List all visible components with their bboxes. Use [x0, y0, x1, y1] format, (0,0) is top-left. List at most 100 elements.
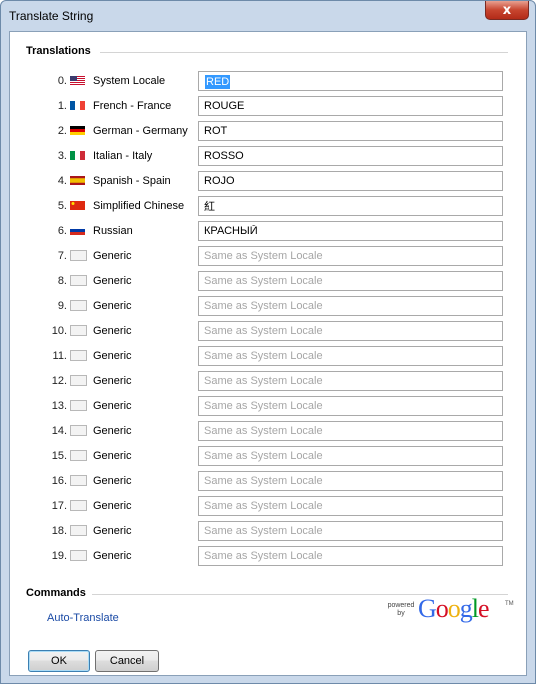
row-index: 8.: [57, 275, 67, 287]
translation-input[interactable]: RED: [198, 71, 503, 91]
row-index: 14.: [51, 425, 67, 437]
translation-input[interactable]: [198, 246, 503, 266]
translation-input[interactable]: [198, 96, 503, 116]
language-label: Spanish - Spain: [93, 175, 171, 187]
dialog-content: Translations 0. System Locale RED 1. French …: [9, 31, 527, 676]
translation-input[interactable]: [198, 271, 503, 291]
language-label: Generic: [93, 400, 132, 412]
blank-flag-icon: [70, 325, 87, 336]
cancel-button[interactable]: Cancel: [95, 650, 159, 672]
row-index: 6.: [57, 225, 67, 237]
translation-row: 18. Generic: [10, 521, 528, 541]
language-label: French - France: [93, 100, 172, 112]
translation-input[interactable]: [198, 521, 503, 541]
language-label: Generic: [93, 275, 132, 287]
language-label: Generic: [93, 450, 132, 462]
translation-row: 0. System Locale RED: [10, 71, 528, 91]
translation-row: 14. Generic: [10, 421, 528, 441]
translation-row: 12. Generic: [10, 371, 528, 391]
row-index: 1.: [57, 100, 67, 112]
translation-input[interactable]: [198, 296, 503, 316]
translation-row: 16. Generic: [10, 471, 528, 491]
translation-input[interactable]: [198, 496, 503, 516]
translation-input[interactable]: [198, 321, 503, 341]
blank-flag-icon: [70, 550, 87, 561]
translation-row: 2. German - Germany: [10, 121, 528, 141]
spain-flag-icon: [70, 176, 85, 185]
blank-flag-icon: [70, 500, 87, 511]
language-label: Generic: [93, 550, 132, 562]
translation-input[interactable]: [198, 446, 503, 466]
translation-input[interactable]: [198, 346, 503, 366]
translation-input[interactable]: [198, 396, 503, 416]
language-label: Generic: [93, 425, 132, 437]
title-bar[interactable]: Translate String x: [1, 1, 535, 31]
translation-input[interactable]: [198, 471, 503, 491]
row-index: 5.: [57, 200, 67, 212]
language-label: Generic: [93, 325, 132, 337]
commands-section-title: Commands: [26, 587, 86, 599]
translation-input[interactable]: [198, 421, 503, 441]
row-index: 18.: [51, 525, 67, 537]
row-index: 11.: [52, 350, 67, 362]
auto-translate-link[interactable]: Auto-Translate: [47, 612, 119, 624]
row-index: 7.: [57, 250, 67, 262]
row-index: 9.: [57, 300, 67, 312]
translation-row: 8. Generic: [10, 271, 528, 291]
row-index: 2.: [57, 125, 67, 137]
translation-row: 3. Italian - Italy: [10, 146, 528, 166]
blank-flag-icon: [70, 275, 87, 286]
blank-flag-icon: [70, 450, 87, 461]
blank-flag-icon: [70, 250, 87, 261]
row-index: 0.: [57, 75, 67, 87]
translate-string-dialog: Translate String x Translations 0. System…: [0, 0, 536, 684]
translation-row: 19. Generic: [10, 546, 528, 566]
row-index: 10.: [51, 325, 67, 337]
close-icon: x: [502, 2, 512, 18]
translations-section-title: Translations: [26, 45, 91, 57]
translation-row: 5. Simplified Chinese: [10, 196, 528, 216]
translation-input[interactable]: [198, 146, 503, 166]
row-index: 17.: [51, 500, 67, 512]
language-label: Generic: [93, 250, 132, 262]
google-logo: Google: [418, 594, 490, 623]
germany-flag-icon: [70, 126, 85, 135]
row-index: 12.: [51, 375, 67, 387]
trademark-mark: TM: [505, 601, 514, 607]
italy-flag-icon: [70, 151, 85, 160]
translation-input[interactable]: [198, 371, 503, 391]
translation-input[interactable]: [198, 121, 503, 141]
translation-input[interactable]: [198, 546, 503, 566]
translation-row: 10. Generic: [10, 321, 528, 341]
row-index: 3.: [57, 150, 67, 162]
blank-flag-icon: [70, 525, 87, 536]
language-label: Generic: [93, 375, 132, 387]
translation-row: 6. Russian: [10, 221, 528, 241]
row-index: 19.: [51, 550, 67, 562]
powered-by-text: powered by: [387, 602, 415, 617]
translation-row: 7. Generic: [10, 246, 528, 266]
china-flag-icon: [70, 201, 85, 210]
translation-row: 4. Spanish - Spain: [10, 171, 528, 191]
blank-flag-icon: [70, 400, 87, 411]
blank-flag-icon: [70, 475, 87, 486]
row-index: 16.: [51, 475, 67, 487]
language-label: System Locale: [93, 75, 166, 87]
translation-row: 17. Generic: [10, 496, 528, 516]
us-flag-icon: [70, 76, 85, 85]
ok-button[interactable]: OK: [28, 650, 90, 672]
blank-flag-icon: [70, 375, 87, 386]
language-label: Generic: [93, 500, 132, 512]
translation-input[interactable]: [198, 171, 503, 191]
close-button[interactable]: x: [485, 1, 529, 20]
language-label: Russian: [93, 225, 133, 237]
translation-row: 15. Generic: [10, 446, 528, 466]
row-index: 13.: [51, 400, 67, 412]
row-index: 15.: [51, 450, 67, 462]
translation-input[interactable]: [198, 196, 503, 216]
translation-row: 13. Generic: [10, 396, 528, 416]
blank-flag-icon: [70, 300, 87, 311]
translation-input[interactable]: [198, 221, 503, 241]
translation-row: 1. French - France: [10, 96, 528, 116]
window-title: Translate String: [9, 9, 94, 23]
